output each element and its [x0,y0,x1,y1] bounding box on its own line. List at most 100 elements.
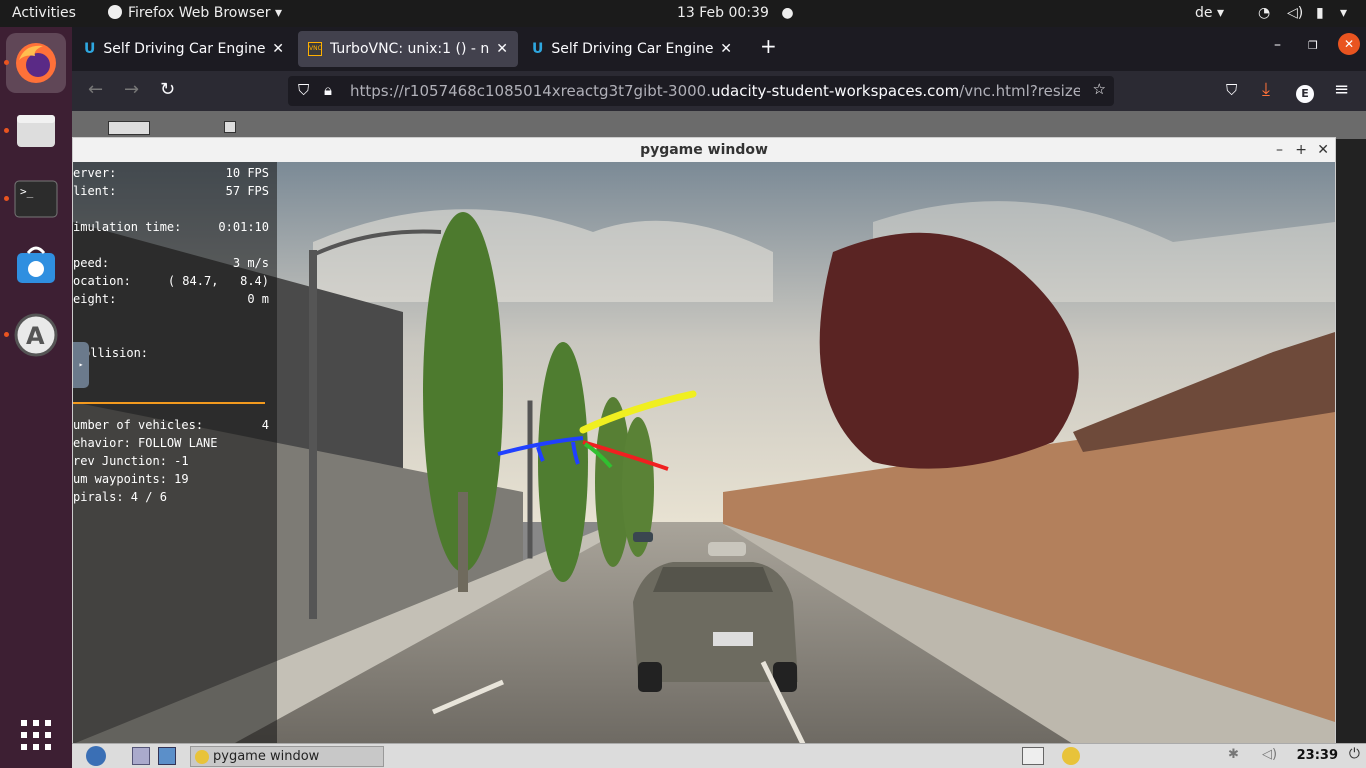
pygame-icon [195,749,209,764]
pygame-titlebar: pygame window – + ✕ [73,138,1335,162]
url-prefix: https://r1057468c1085014xreactg3t7gibt-3… [350,82,711,100]
running-indicator [4,60,9,65]
hud-junction: rev Junction: -1 [73,454,269,472]
back-button[interactable]: ← [88,79,103,100]
remote-desktop-background [72,111,1366,139]
tab-turbovnc[interactable]: VNC TurboVNC: unix:1 () - noVNC ✕ [298,31,518,67]
maximize-button[interactable]: + [1295,138,1307,162]
dock-files[interactable] [6,101,66,161]
minimize-button[interactable]: – [1276,138,1283,162]
activities-button[interactable]: Activities [12,5,76,21]
pocket-icon[interactable]: ⛉ [1226,81,1237,99]
wifi-icon[interactable]: ◔ [1258,5,1270,21]
hud-speed: peed: 3 m/s [73,256,269,274]
chevron-down-icon: ▾ [274,5,282,21]
hud-label: umber of vehicles: [73,418,204,432]
hud-label: peed: [73,256,110,270]
files-icon [17,115,55,147]
hud-server: erver: 10 FPS [73,166,269,184]
hud-label: erver: [73,166,117,180]
close-tab-icon[interactable]: ✕ [720,41,732,57]
tray-pygame-icon[interactable] [1062,747,1080,765]
hud-text: um waypoints: 19 [73,472,189,486]
pygame-window: pygame window – + ✕ erver: 10 FPS lient:… [72,137,1336,744]
carla-hud: erver: 10 FPS lient: 57 FPS imulation time… [73,162,277,744]
account-button[interactable]: E [1296,81,1314,103]
keyboard-layout[interactable]: de ▾ [1195,5,1224,21]
maximize-button[interactable]: ❐ [1308,39,1318,52]
clock[interactable]: 13 Feb 00:39 ● [677,5,794,21]
url-domain: udacity-student-workspaces.com [711,82,960,100]
hud-label: ocation: [73,274,131,288]
terminal-icon: >_ [14,180,58,218]
keyboard-layout-label: de [1195,5,1213,21]
bluetooth-icon[interactable]: ✱ [1228,747,1239,762]
hud-location: ocation: ( 84.7, 8.4) [73,274,269,292]
account-avatar: E [1296,85,1314,103]
taskbar-clock[interactable]: 23:39 [1297,748,1338,763]
hud-value: 3 m/s [232,256,269,270]
remote-taskbar: pygame window ✱ ◁) 23:39 ⏻ [72,743,1366,768]
dock-terminal[interactable]: >_ [6,169,66,229]
app-menu[interactable]: Firefox Web Browser ▾ [108,5,282,21]
close-button[interactable]: ✕ [1317,138,1329,162]
gnome-top-bar: Activities Firefox Web Browser ▾ 13 Feb … [0,0,1366,27]
close-tab-icon[interactable]: ✕ [272,41,284,57]
software-center-icon [17,246,55,283]
tree [538,342,588,582]
close-tab-icon[interactable]: ✕ [496,41,508,57]
hud-label: lient: [73,184,117,198]
hud-value: 4 [261,418,269,432]
dock-software[interactable] [6,235,66,295]
show-desktop-icon[interactable] [132,747,150,765]
dock-firefox[interactable] [6,33,66,93]
novnc-sidebar-handle[interactable]: ▸ [73,342,89,388]
close-icon: ✕ [1338,33,1360,55]
tray-window-icon[interactable] [1022,747,1044,765]
show-applications-button[interactable] [6,705,66,765]
running-indicator [4,196,9,201]
volume-icon[interactable]: ◁) [1262,747,1277,762]
hud-spirals: pirals: 4 / 6 [73,490,269,508]
system-menu-icon[interactable]: ▾ [1340,5,1347,21]
tab-udacity-1[interactable]: U Self Driving Car Engineer ✕ [74,31,294,67]
tab-udacity-2[interactable]: U Self Driving Car Engineer ✕ [522,31,742,67]
hud-collision: ollision: [73,346,269,364]
distant-car [708,542,746,556]
new-tab-button[interactable]: + [760,34,777,58]
menu-icon[interactable]: ≡ [1334,79,1349,100]
street-lamp [527,400,533,559]
start-menu-icon[interactable] [86,746,106,766]
udacity-icon: U [532,41,544,57]
battery-icon[interactable]: ▮ [1316,5,1324,21]
hud-label: ollision: [83,346,149,360]
power-icon[interactable]: ⏻ [1349,746,1360,762]
minimize-button[interactable]: – [1274,37,1281,53]
running-indicator [4,128,9,133]
desktop-icon[interactable] [108,121,150,135]
file-manager-icon[interactable] [158,747,176,765]
hud-value: 0 m [247,292,269,306]
hud-separator [73,402,265,404]
firefox-window: U Self Driving Car Engineer ✕ VNC TurboV… [72,27,1366,768]
dock-software-updater[interactable]: A [6,305,66,365]
volume-icon[interactable]: ◁) [1287,5,1303,21]
firefox-icon [16,43,56,83]
svg-text:>_: >_ [20,185,34,198]
distant-car [633,532,653,542]
notification-dot-icon: ● [781,5,794,21]
bookmark-star-icon[interactable]: ☆ [1093,80,1106,98]
taskbar-task-pygame[interactable]: pygame window [190,746,384,767]
vnc-viewport[interactable]: pygame window – + ✕ erver: 10 FPS lient:… [72,111,1366,768]
forward-button[interactable]: → [124,79,139,100]
hud-value: ( 84.7, 8.4) [167,274,269,288]
close-window-button[interactable]: ✕ [1338,33,1360,55]
reload-button[interactable]: ↻ [160,79,175,100]
navigation-toolbar: ← → ↻ ⛉ 🔒︎ https://r1057468c1085014xreac… [72,71,1366,111]
url-bar[interactable]: ⛉ 🔒︎ https://r1057468c1085014xreactg3t7g… [288,76,1114,106]
url-suffix: /vnc.html?resize=remote [959,82,1080,100]
downloads-icon[interactable]: ⤓ [1262,79,1270,100]
desktop-icon[interactable] [224,121,236,133]
hud-text: ehavior: FOLLOW LANE [73,436,218,450]
pygame-title: pygame window [640,142,768,158]
